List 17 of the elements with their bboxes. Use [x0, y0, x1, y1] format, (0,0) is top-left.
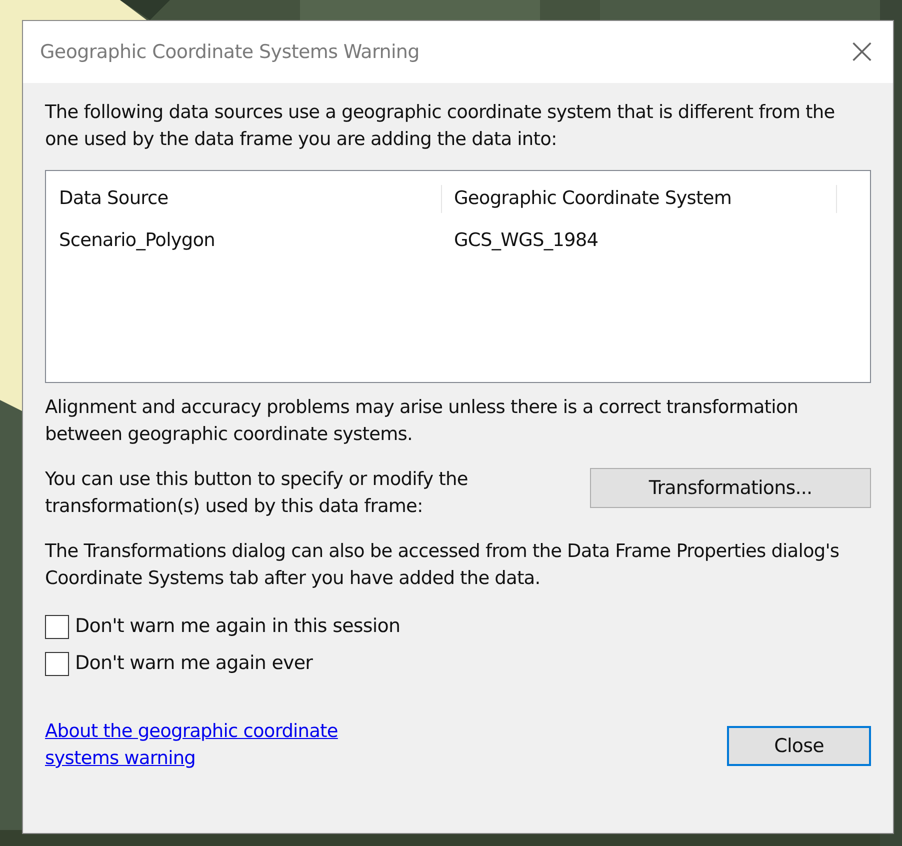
table-cell-text: GCS_WGS_1984: [453, 229, 600, 253]
close-dialog-button[interactable]: Close: [727, 726, 871, 766]
transform-text: You can use this button to specify or modify the transformation(s) used by this data frame:: [45, 468, 469, 519]
dialog-note: The Transformations dialog can also be accessed from the Data Frame Properties dialog's Coordinate Systems tab after you have added the data.: [45, 540, 840, 591]
window-title: Geographic Coordinate Systems Warning: [40, 40, 420, 65]
intro-text: The following data sources use a geographic coordinate system that is different from the one used by the data frame you are adding the data into:: [45, 101, 836, 152]
transformations-button[interactable]: Transformations...: [590, 468, 871, 508]
help-link[interactable]: About the geographic coordinate systems warning: [45, 718, 375, 772]
checkbox-label: Don't warn me again ever: [75, 651, 313, 676]
checkbox-label: Don't warn me again in this session: [75, 614, 400, 639]
checkbox[interactable]: [45, 652, 69, 676]
table-cell-text: Scenario_Polygon: [59, 229, 216, 253]
alignment-text: Alignment and accuracy problems may arise unless there is a correct transformation between geographic coordinate systems.: [45, 396, 800, 447]
close-button[interactable]: ×: [842, 34, 881, 70]
column-header[interactable]: Data Source: [59, 185, 442, 213]
column-header[interactable]: Geographic Coordinate System: [442, 185, 837, 213]
checkbox[interactable]: [45, 614, 69, 638]
